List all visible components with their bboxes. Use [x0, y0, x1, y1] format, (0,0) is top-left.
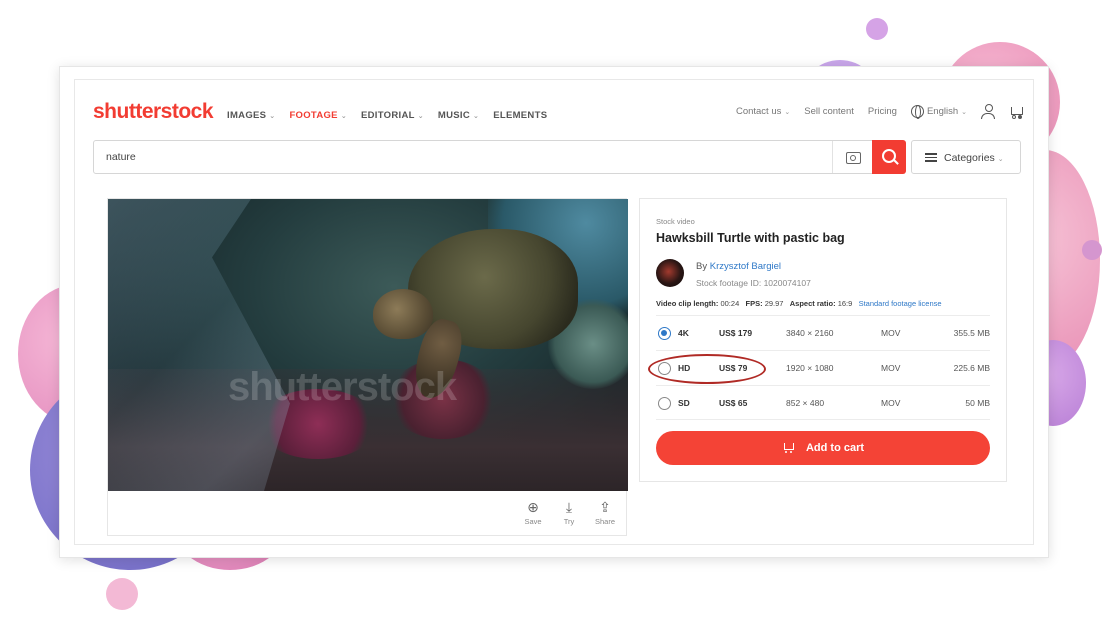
- option-row-hd[interactable]: HD US$ 79 1920 × 1080 MOV 225.6 MB: [648, 350, 990, 385]
- resolution-options: 4K US$ 179 3840 × 2160 MOV 355.5 MB HD U…: [648, 315, 990, 420]
- nav-link-editorial[interactable]: EDITORIAL ⌄: [361, 110, 424, 121]
- download-icon: ⤓: [565, 499, 573, 515]
- license-link[interactable]: Standard footage license: [859, 299, 942, 308]
- turtle-head: [373, 289, 433, 339]
- shutterstock-logo[interactable]: shutterstock: [93, 100, 214, 124]
- globe-icon: [910, 105, 924, 119]
- plus-circle-icon: ⊕: [527, 499, 539, 515]
- author-link[interactable]: Krzysztof Bargiel: [710, 261, 781, 272]
- list-icon: [925, 153, 937, 162]
- nav-link-elements[interactable]: ELEMENTS: [493, 110, 547, 121]
- nav-utility: Contact us ⌄ Sell content Pricing English…: [736, 104, 1023, 119]
- video-actions: ⊕ Save ⤓ Try ⇪ Share: [522, 499, 616, 526]
- watermark: shutterstock: [228, 365, 457, 409]
- radio-sd[interactable]: [658, 397, 671, 410]
- pricing-link[interactable]: Pricing: [868, 106, 897, 117]
- top-nav: shutterstock IMAGES ⌄ FOOTAGE ⌄ EDITORIAL ⌄…: [75, 80, 1033, 126]
- decor-bubble: [106, 578, 138, 610]
- screenshot-frame: shutterstock IMAGES ⌄ FOOTAGE ⌄ EDITORIAL ⌄…: [59, 66, 1049, 558]
- try-button[interactable]: ⤓ Try: [558, 499, 580, 526]
- add-to-cart-button[interactable]: Add to cart: [656, 431, 990, 465]
- chevron-down-icon: ⌄: [417, 113, 424, 120]
- chevron-down-icon: ⌄: [997, 156, 1004, 163]
- content-type-label: Stock video: [656, 217, 695, 226]
- chevron-down-icon: ⌄: [340, 113, 347, 120]
- radio-hd[interactable]: [658, 362, 671, 375]
- video-preview[interactable]: shutterstock: [108, 199, 628, 491]
- sell-content-link[interactable]: Sell content: [804, 106, 854, 117]
- cart-icon: [782, 442, 794, 453]
- footage-id: Stock footage ID: 1020074107: [696, 278, 811, 288]
- search-input[interactable]: [106, 151, 806, 163]
- clip-meta: Video clip length: 00:24 FPS: 29.97 Aspe…: [656, 299, 942, 308]
- purchase-panel: Stock video Hawksbill Turtle with pastic…: [639, 198, 1007, 482]
- chevron-down-icon: ⌄: [473, 113, 480, 120]
- cart-icon[interactable]: [1009, 105, 1023, 119]
- byline: By Krzysztof Bargiel: [696, 261, 782, 272]
- decor-bubble: [1082, 240, 1102, 260]
- categories-label: Categories: [944, 152, 995, 164]
- chevron-down-icon: ⌄: [961, 109, 967, 117]
- nav-link-footage[interactable]: FOOTAGE ⌄: [289, 110, 347, 121]
- clip-title: Hawksbill Turtle with pastic bag: [656, 231, 845, 245]
- nav-link-images[interactable]: IMAGES ⌄: [227, 110, 275, 121]
- radio-4k[interactable]: [658, 327, 671, 340]
- chevron-down-icon: ⌄: [269, 113, 276, 120]
- option-row-sd[interactable]: SD US$ 65 852 × 480 MOV 50 MB: [656, 385, 990, 420]
- decor-bubble: [866, 18, 888, 40]
- contact-us-link[interactable]: Contact us ⌄: [736, 106, 790, 117]
- user-icon[interactable]: [981, 104, 995, 119]
- option-row-4k[interactable]: 4K US$ 179 3840 × 2160 MOV 355.5 MB: [656, 315, 990, 350]
- save-button[interactable]: ⊕ Save: [522, 499, 544, 526]
- nav-link-music[interactable]: MUSIC ⌄: [438, 110, 479, 121]
- page-window: shutterstock IMAGES ⌄ FOOTAGE ⌄ EDITORIAL ⌄…: [74, 79, 1034, 545]
- chevron-down-icon: ⌄: [784, 109, 791, 116]
- language-selector[interactable]: English ⌄: [910, 105, 967, 119]
- video-card: shutterstock ⊕ Save ⤓ Try ⇪ Share: [107, 198, 628, 536]
- nav-links: IMAGES ⌄ FOOTAGE ⌄ EDITORIAL ⌄ MUSIC ⌄ ELEME…: [227, 110, 547, 121]
- categories-dropdown[interactable]: Categories ⌄: [911, 140, 1021, 174]
- search-icon[interactable]: [872, 140, 906, 174]
- search-bar: [93, 140, 906, 174]
- share-button[interactable]: ⇪ Share: [594, 499, 616, 526]
- camera-search-icon[interactable]: [832, 141, 872, 173]
- avatar[interactable]: [656, 259, 684, 287]
- share-icon: ⇪: [599, 499, 611, 515]
